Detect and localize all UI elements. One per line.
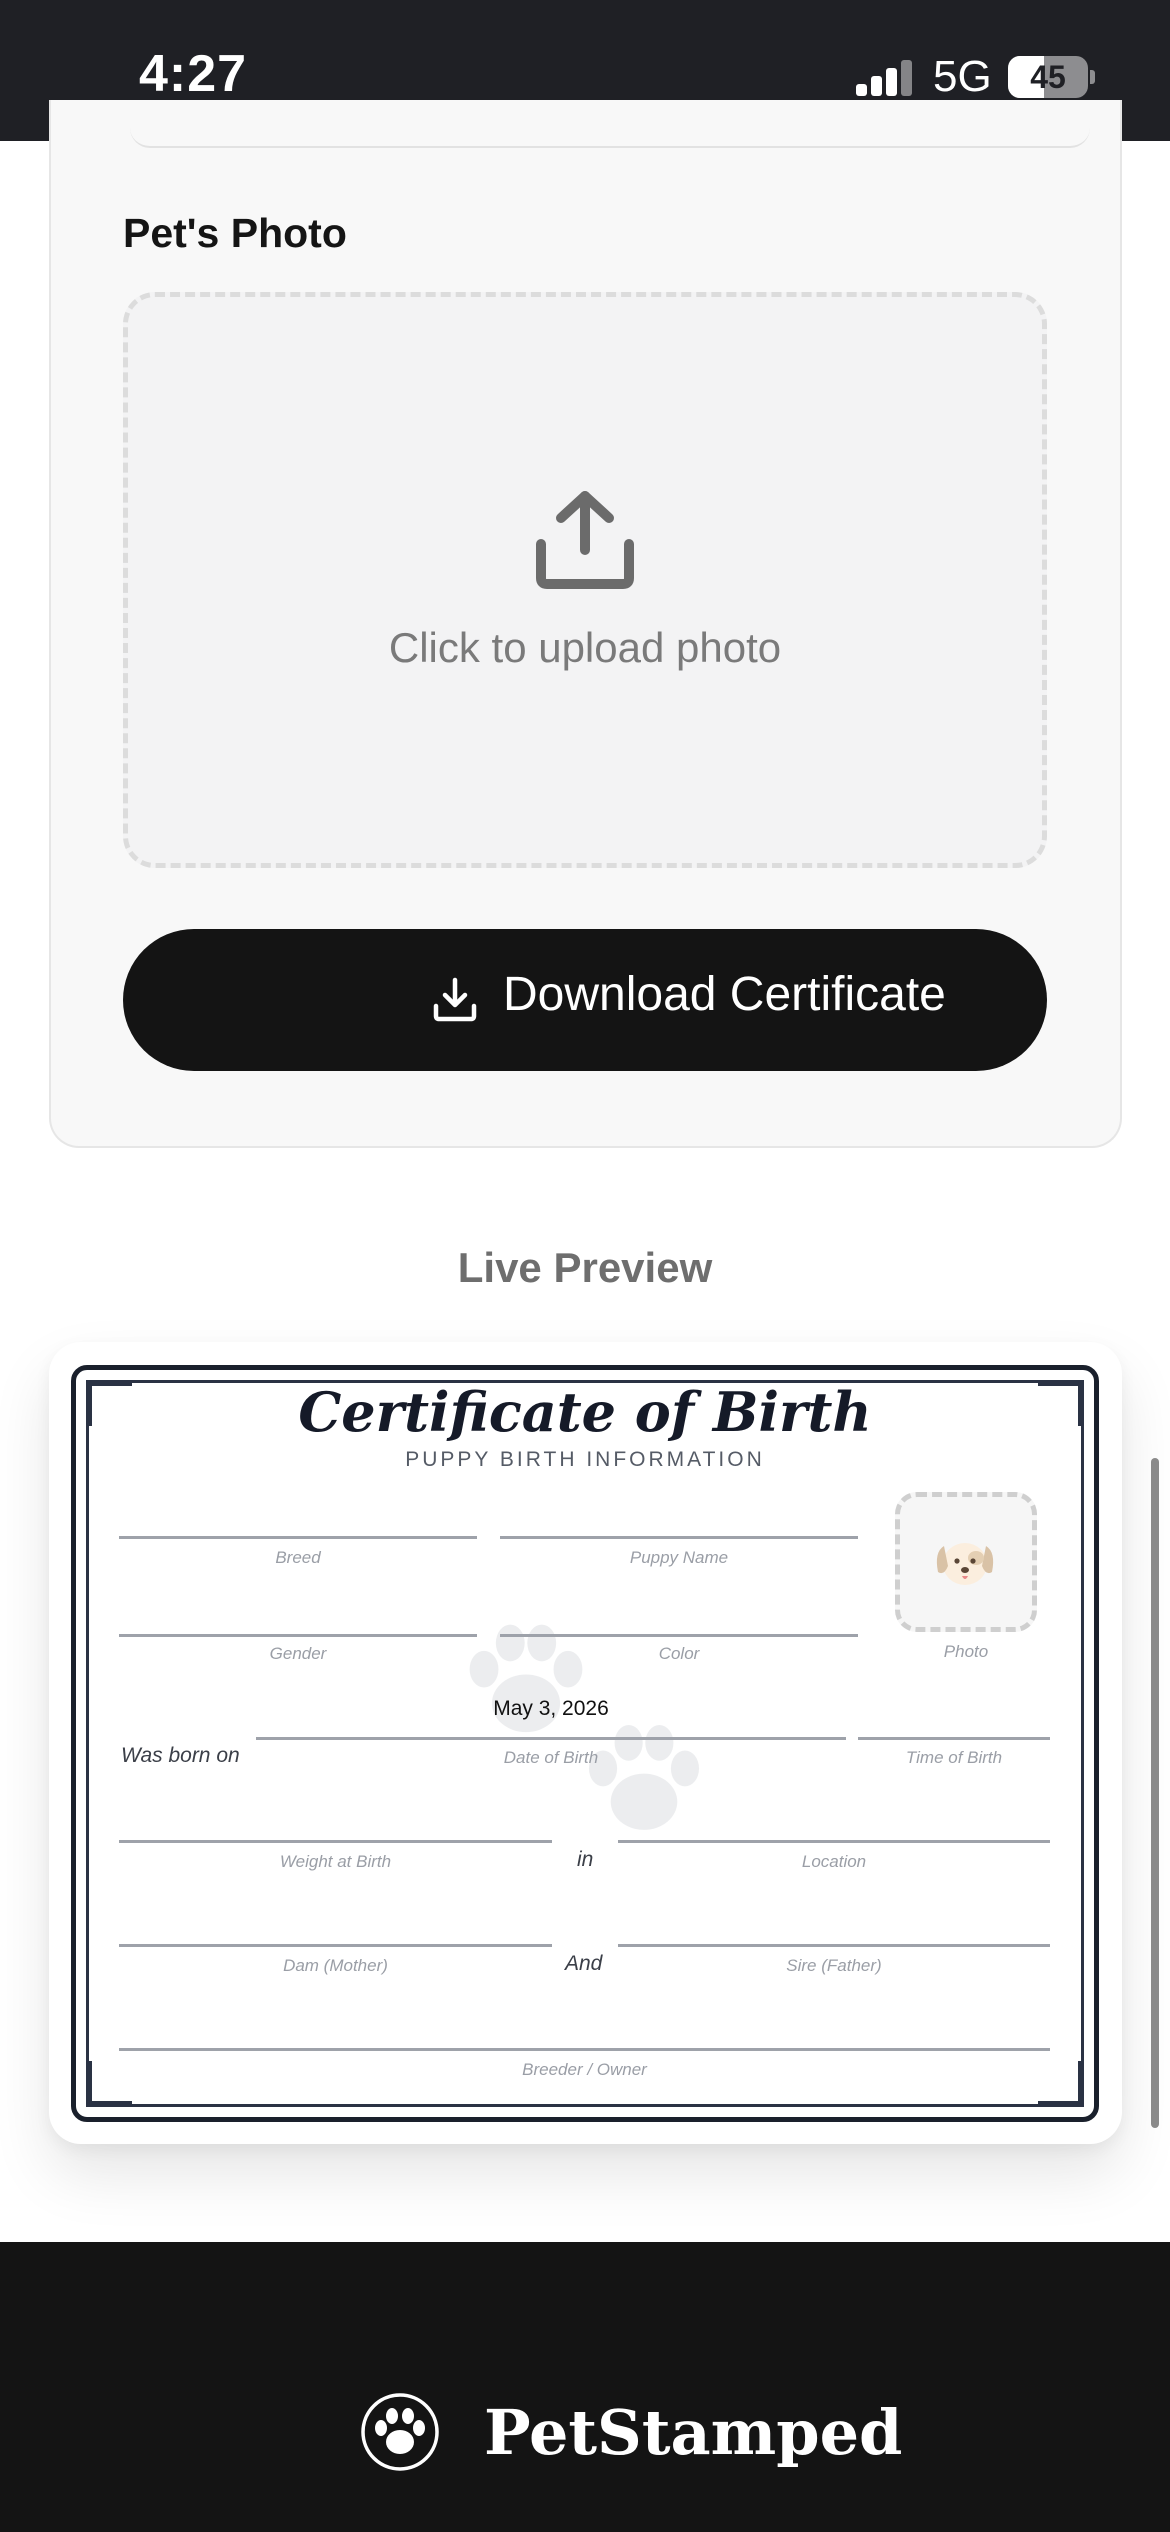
download-label: Download Certificate [503,968,946,1021]
gender-caption: Gender [269,1644,327,1663]
battery-level: 45 [1030,59,1066,95]
signal-icon [856,60,914,96]
time-of-birth-caption: Time of Birth [905,1748,1003,1767]
color-caption: Color [658,1644,700,1663]
color-line [500,1634,858,1637]
previous-field-edge [130,128,1090,148]
and-label: And [565,1952,603,1975]
breed-caption: Breed [275,1548,321,1567]
breeder-caption: Breeder / Owner [522,2060,647,2079]
time-of-birth-line [858,1737,1050,1740]
footer-brand[interactable]: PetStamped [484,2396,902,2469]
download-certificate-button[interactable]: Download Certificate [123,929,1047,1071]
upload-icon [536,491,634,589]
download-icon [433,977,477,1022]
pet-photo-label: Pet's Photo [123,210,347,256]
date-of-birth-caption: Date of Birth [503,1748,599,1767]
dam-line [119,1944,552,1947]
date-of-birth-line [256,1737,846,1740]
battery-cap [1090,70,1095,84]
gender-line [119,1634,477,1637]
photo-caption: Photo [943,1642,989,1661]
dog-face-icon [936,1543,994,1585]
certificate-subtitle: PUPPY BIRTH INFORMATION [405,1448,765,1471]
breeder-line [119,2048,1050,2051]
location-caption: Location [801,1852,867,1871]
sire-line [618,1944,1050,1947]
dam-caption: Dam (Mother) [283,1956,388,1975]
was-born-on-label: Was born on [121,1744,240,1767]
network-type: 5G [933,52,992,101]
scrollbar[interactable] [1151,1458,1159,2128]
puppy-name-line [500,1536,858,1539]
in-label: in [577,1848,594,1871]
certificate-title: Certificate of Birth [298,1380,872,1444]
upload-text: Click to upload photo [388,624,782,671]
weight-caption: Weight at Birth [279,1852,392,1871]
status-time: 4:27 [139,45,248,103]
breed-line [119,1536,477,1539]
weight-line [119,1840,552,1843]
live-preview-title: Live Preview [457,1244,713,1291]
puppy-name-caption: Puppy Name [629,1548,729,1567]
footer [0,2242,1170,2532]
paw-badge-icon[interactable] [360,2392,440,2472]
sire-caption: Sire (Father) [786,1956,882,1975]
location-line [618,1840,1050,1843]
battery-icon: 45 [1008,56,1088,98]
date-of-birth-value: May 3, 2026 [493,1697,609,1720]
